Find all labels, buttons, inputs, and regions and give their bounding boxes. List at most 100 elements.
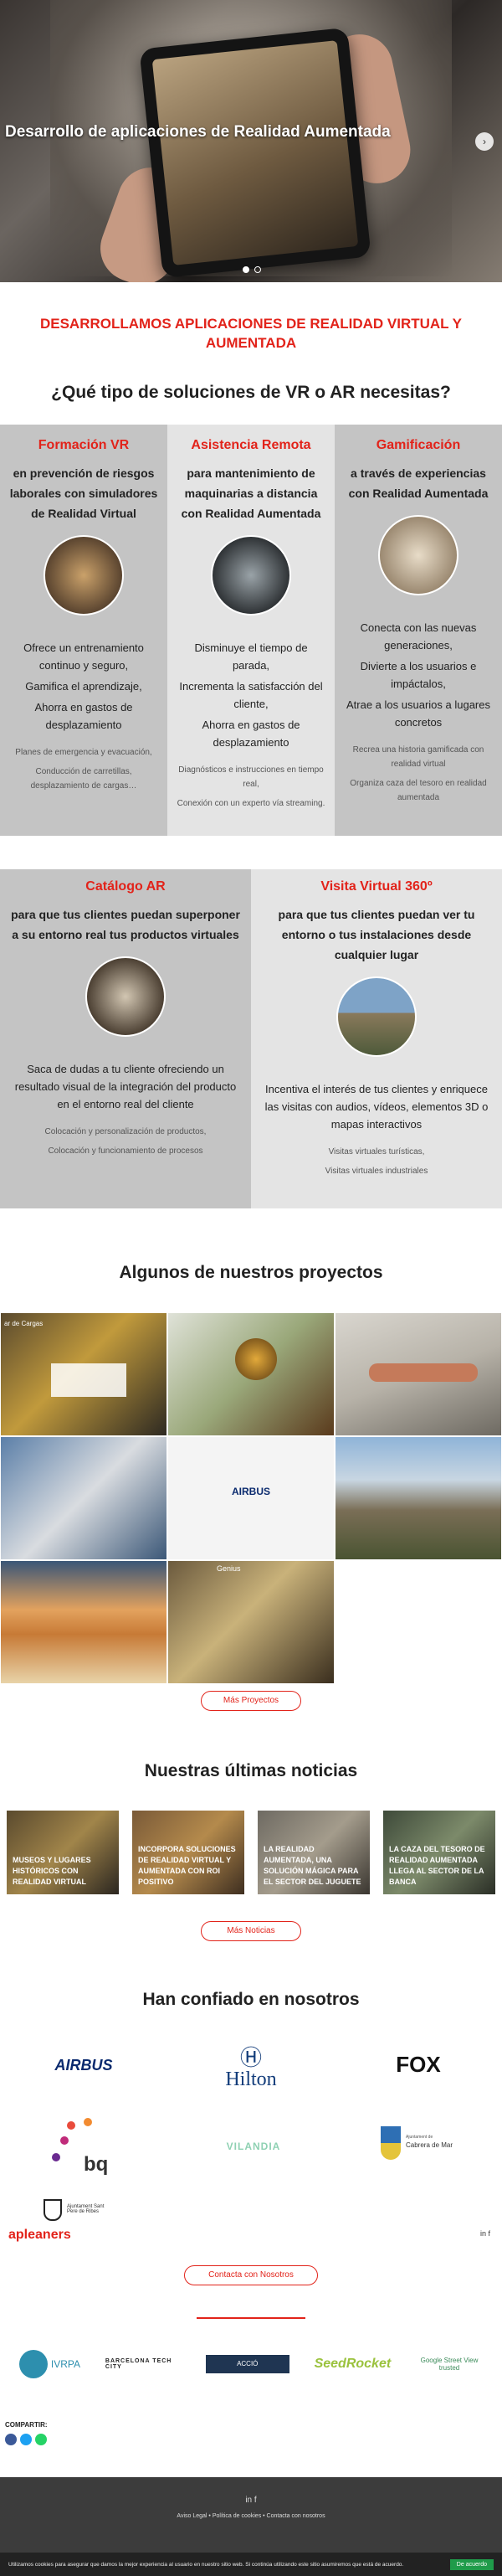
slider-dot-1[interactable] bbox=[243, 266, 249, 273]
hilton-logo: Ⓗ Hilton bbox=[209, 2047, 293, 2091]
news-card[interactable]: INCORPORA SOLUCIONES DE REALIDAD VIRTUAL… bbox=[132, 1811, 244, 1894]
projects-grid: ar de Cargas AIRBUS Genius bbox=[0, 1312, 502, 1684]
seedrocket-logo: SeedRocket bbox=[314, 2357, 392, 2371]
ivrpa-logo: IVRPA bbox=[18, 2350, 80, 2378]
solution-use: Recrea una historia gamificada con reali… bbox=[352, 745, 484, 769]
cookie-text: Utilizamos cookies para asegurar que dam… bbox=[8, 2561, 404, 2568]
news-card-title: MUSEOS Y LUGARES HISTÓRICOS CON REALIDAD… bbox=[13, 1856, 91, 1886]
more-projects-button[interactable]: Más Proyectos bbox=[201, 1691, 301, 1711]
solution-benefit: Ahorra en gastos de desplazamiento bbox=[202, 719, 300, 749]
solution-benefit: Divierte a los usuarios e impáctalos, bbox=[360, 660, 477, 690]
solution-subtitle: para que tus clientes puedan ver tu ento… bbox=[278, 908, 475, 961]
solution-formacion-vr: Formación VR en prevención de riesgos la… bbox=[0, 425, 167, 836]
hero-title: Desarrollo de aplicaciones de Realidad A… bbox=[5, 123, 391, 141]
solution-benefit: Gamifica el aprendizaje, bbox=[25, 680, 142, 693]
solution-subtitle: para mantenimiento de maquinarias a dist… bbox=[181, 466, 321, 520]
hero-slider: Desarrollo de aplicaciones de Realidad A… bbox=[0, 0, 502, 282]
news-card[interactable]: LA REALIDAD AUMENTADA, UNA SOLUCIÓN MÁGI… bbox=[258, 1811, 370, 1894]
project-tile-beach[interactable] bbox=[0, 1560, 167, 1684]
project-tile-forklift[interactable]: ar de Cargas bbox=[0, 1312, 167, 1436]
solutions-question: ¿Qué tipo de soluciones de VR o AR neces… bbox=[51, 383, 451, 402]
vilandia-logo: VILANDIA bbox=[226, 2141, 281, 2152]
facebook-share-icon[interactable] bbox=[5, 2434, 17, 2445]
accio-logo: ACCIÓ bbox=[205, 2355, 289, 2373]
project-tile-warehouse[interactable] bbox=[0, 1436, 167, 1560]
solution-use: Colocación y funcionamiento de procesos bbox=[48, 1146, 203, 1156]
solution-benefit: Atrae a los usuarios a lugares concretos bbox=[346, 698, 490, 729]
news-card[interactable]: LA CAZA DEL TESORO DE REALIDAD AUMENTADA… bbox=[383, 1811, 495, 1894]
solution-thumbnail bbox=[378, 515, 458, 595]
solution-benefit: Disminuye el tiempo de parada, bbox=[194, 641, 308, 672]
airbus-logo: AIRBUS bbox=[54, 2057, 113, 2074]
cookie-accept-button[interactable]: De acuerdo bbox=[449, 2558, 494, 2570]
ivrpa-badge-icon bbox=[18, 2350, 48, 2378]
project-tile-caption: Genius bbox=[217, 1564, 241, 1573]
footer-links[interactable]: Aviso Legal • Política de cookies • Cont… bbox=[0, 2513, 502, 2519]
slider-next-icon[interactable]: › bbox=[475, 132, 494, 151]
project-tile-airbus[interactable]: AIRBUS bbox=[167, 1436, 335, 1560]
solution-use: Conexión con un experto vía streaming. bbox=[177, 799, 325, 808]
solution-benefit: Incrementa la satisfacción del cliente, bbox=[179, 680, 323, 710]
slider-dot-2[interactable] bbox=[254, 266, 261, 273]
google-street-view-badge: Google Street View trusted bbox=[420, 2357, 479, 2372]
section-divider bbox=[197, 2317, 305, 2319]
solution-title: Asistencia Remota bbox=[191, 438, 311, 452]
contact-button[interactable]: Contacta con Nosotros bbox=[184, 2265, 318, 2285]
news-card-title: LA REALIDAD AUMENTADA, UNA SOLUCIÓN MÁGI… bbox=[264, 1845, 361, 1886]
footer: in f Aviso Legal • Política de cookies •… bbox=[0, 2477, 502, 2553]
sant-pere-shield-icon bbox=[44, 2199, 62, 2221]
solution-use: Planes de emergencia y evacuación, bbox=[15, 748, 152, 757]
solution-title: Catálogo AR bbox=[85, 879, 166, 894]
clients-title: Han confiado en nosotros bbox=[142, 1990, 360, 2009]
news-card-title: LA CAZA DEL TESORO DE REALIDAD AUMENTADA… bbox=[389, 1845, 485, 1886]
solution-benefit: Ahorra en gastos de desplazamiento bbox=[34, 701, 133, 731]
solution-title: Visita Virtual 360º bbox=[320, 879, 433, 894]
fox-logo: FOX bbox=[396, 2052, 441, 2077]
share-section: COMPARTIR: bbox=[0, 2389, 502, 2445]
solution-use: Organiza caza del tesoro en realidad aum… bbox=[350, 779, 487, 802]
news-card[interactable]: MUSEOS Y LUGARES HISTÓRICOS CON REALIDAD… bbox=[7, 1811, 119, 1894]
solution-thumbnail bbox=[211, 535, 291, 616]
projects-title: Algunos de nuestros proyectos bbox=[119, 1263, 383, 1282]
airbus-tile-logo: AIRBUS bbox=[231, 1486, 270, 1497]
client-social-icons[interactable]: in f bbox=[473, 2229, 498, 2238]
more-news-button[interactable]: Más Noticias bbox=[201, 1921, 301, 1941]
sant-pere-logo: Ajuntament Sant Pere de Ribes apleaners bbox=[8, 2199, 104, 2249]
solution-thumbnail bbox=[85, 956, 166, 1037]
solution-title: Gamificación bbox=[376, 438, 461, 452]
project-tile-landscape[interactable] bbox=[335, 1436, 502, 1560]
hilton-mark-icon: Ⓗ bbox=[239, 2045, 262, 2070]
solutions-grid-bottom: Catálogo AR para que tus clientes puedan… bbox=[0, 869, 502, 1208]
solution-thumbnail bbox=[44, 535, 124, 616]
cabrera-logo: Ajuntament de Cabrera de Mar bbox=[381, 2126, 464, 2168]
news-card-title: INCORPORA SOLUCIONES DE REALIDAD VIRTUAL… bbox=[138, 1845, 236, 1886]
project-tile-bee[interactable] bbox=[167, 1312, 335, 1436]
project-tile-gallery[interactable]: Genius bbox=[167, 1560, 335, 1684]
solution-subtitle: para que tus clientes puedan superponer … bbox=[11, 908, 240, 941]
client-logos: AIRBUS Ⓗ Hilton FOX bq VILANDIA Ajuntame… bbox=[0, 2047, 502, 2260]
partner-logos: IVRPA BARCELONA TECH CITY ACCIÓ SeedRock… bbox=[0, 2339, 502, 2389]
news-title: Nuestras últimas noticias bbox=[144, 1761, 358, 1780]
intro-heading: DESARROLLAMOS APLICACIONES DE REALIDAD V… bbox=[39, 316, 463, 351]
project-tile-caption: ar de Cargas bbox=[4, 1320, 44, 1327]
hero-tablet-image bbox=[139, 27, 371, 279]
slider-dots[interactable] bbox=[243, 266, 261, 273]
solution-use: Visitas virtuales industriales bbox=[325, 1167, 428, 1176]
solution-asistencia-remota: Asistencia Remota para mantenimiento de … bbox=[167, 425, 335, 836]
solution-benefit: Incentiva el interés de tus clientes y e… bbox=[264, 1083, 489, 1131]
bcn-tech-city-logo: BARCELONA TECH CITY bbox=[105, 2358, 172, 2370]
bq-logo: bq bbox=[50, 2118, 126, 2185]
whatsapp-share-icon[interactable] bbox=[35, 2434, 47, 2445]
twitter-share-icon[interactable] bbox=[20, 2434, 32, 2445]
news-list: MUSEOS Y LUGARES HISTÓRICOS CON REALIDAD… bbox=[0, 1811, 502, 1894]
solution-use: Visitas virtuales turísticas, bbox=[328, 1147, 425, 1157]
project-tile-anatomy[interactable] bbox=[335, 1312, 502, 1436]
solution-subtitle: a través de experiencias con Realidad Au… bbox=[348, 466, 489, 500]
solution-visita-virtual: Visita Virtual 360º para que tus cliente… bbox=[251, 869, 502, 1208]
cookie-banner: Utilizamos cookies para asegurar que dam… bbox=[0, 2553, 502, 2576]
solution-catalogo-ar: Catálogo AR para que tus clientes puedan… bbox=[0, 869, 251, 1208]
cabrera-shield-icon bbox=[381, 2126, 401, 2160]
solution-use: Colocación y personalización de producto… bbox=[44, 1127, 207, 1136]
footer-social-icons[interactable]: in f bbox=[0, 2496, 502, 2505]
share-label: COMPARTIR: bbox=[5, 2421, 48, 2429]
